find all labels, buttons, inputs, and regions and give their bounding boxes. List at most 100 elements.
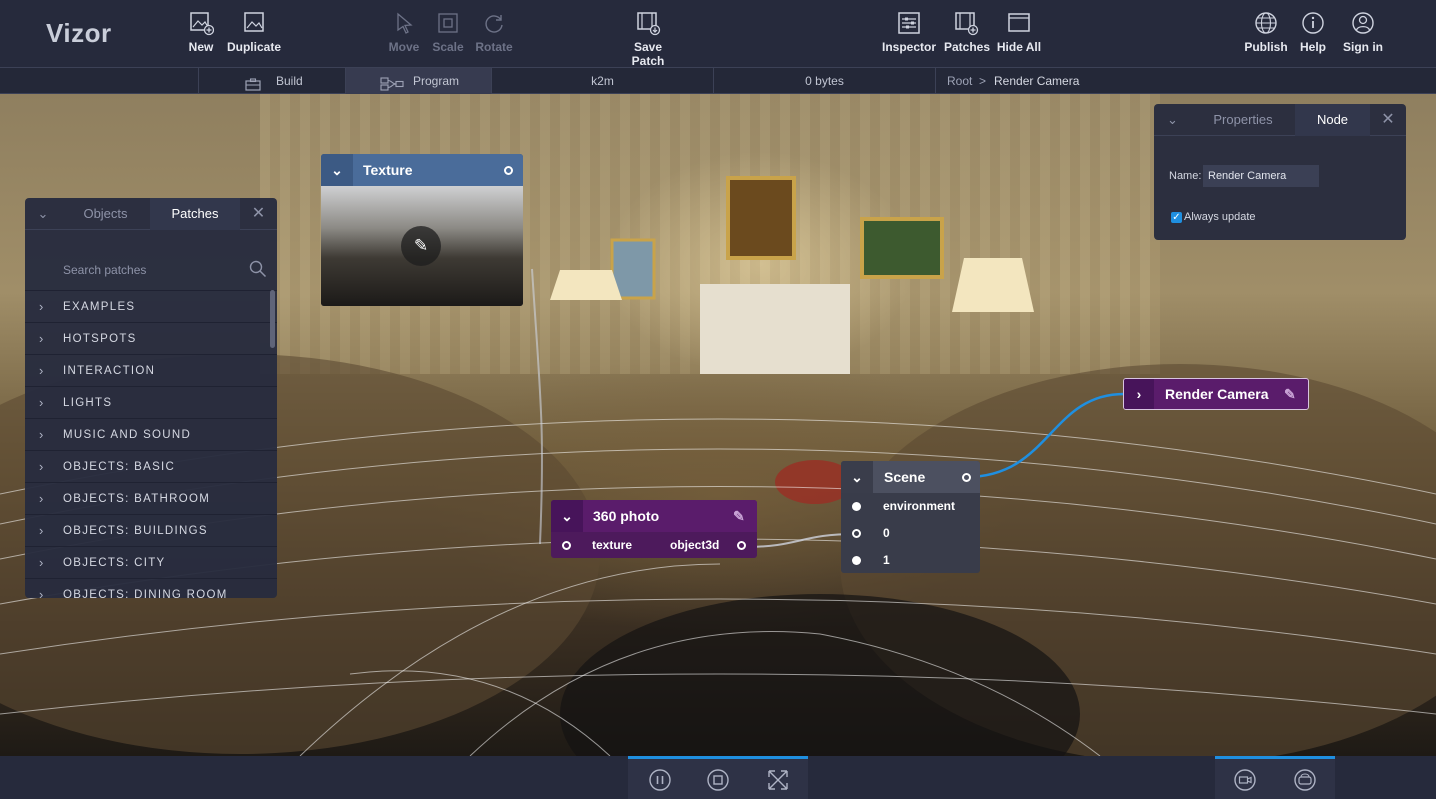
category-item[interactable]: › OBJECTS: CITY (25, 546, 277, 578)
scene-output-port[interactable] (962, 473, 971, 482)
chevron-right-icon: › (39, 331, 45, 346)
fullscreen-icon[interactable] (765, 767, 791, 793)
pause-icon[interactable] (647, 767, 673, 793)
tab-patches[interactable]: Patches (150, 198, 240, 230)
tab-properties[interactable]: Properties (1191, 104, 1295, 136)
duplicate-label: Duplicate (226, 40, 281, 54)
always-update-label: Always update (1184, 211, 1256, 223)
breadcrumb-current[interactable]: Render Camera (994, 68, 1079, 94)
camera-icon[interactable] (1232, 767, 1258, 793)
texture-node[interactable]: ⌄ Texture ✎ (321, 154, 523, 306)
chevron-down-icon[interactable]: ⌄ (551, 500, 583, 532)
sign-in-button[interactable]: Sign in (1342, 10, 1384, 62)
chevron-right-icon[interactable]: › (1124, 379, 1154, 409)
rotate-button[interactable]: Rotate (474, 10, 514, 62)
category-item[interactable]: › INTERACTION (25, 354, 277, 386)
vr-icon[interactable] (1292, 767, 1318, 793)
port-1-label: 1 (883, 553, 890, 567)
hide-all-button[interactable]: Hide All (996, 10, 1042, 62)
input-port-1[interactable] (852, 556, 861, 565)
close-panel-button[interactable]: ✕ (240, 198, 277, 230)
scale-icon (433, 10, 463, 36)
program-label: Program (413, 74, 460, 88)
stop-icon[interactable] (705, 767, 731, 793)
build-label: Build (276, 74, 303, 88)
top-toolbar: Vizor New Duplicate Move Scale Rotate Sa… (0, 0, 1436, 68)
publish-label: Publish (1244, 40, 1288, 54)
object3d-output-port[interactable] (737, 541, 746, 550)
collapse-properties-button[interactable]: ⌄ (1154, 104, 1191, 136)
sign-in-label: Sign in (1343, 40, 1383, 54)
tab-build[interactable]: Build (198, 68, 345, 94)
always-update-checkbox[interactable]: ✓ (1171, 212, 1182, 223)
breadcrumb: Root > Render Camera (935, 68, 1436, 94)
globe-icon (1251, 10, 1281, 36)
scale-button[interactable]: Scale (432, 10, 464, 62)
photo360-ports: texture object3d (551, 532, 757, 558)
chevron-down-icon[interactable]: ⌄ (321, 154, 353, 186)
tab-program[interactable]: Program (345, 68, 491, 94)
inspector-button[interactable]: Inspector (882, 10, 936, 62)
texture-node-title: Texture (363, 162, 413, 178)
scene-node-header[interactable]: ⌄ Scene (841, 461, 980, 493)
category-item[interactable]: › OBJECTS: BATHROOM (25, 482, 277, 514)
duplicate-button[interactable]: Duplicate (226, 10, 282, 62)
category-item[interactable]: › HOTSPOTS (25, 322, 277, 354)
scale-label: Scale (432, 40, 464, 54)
scene-port-row[interactable]: environment (841, 493, 980, 520)
properties-panel-tabs: ⌄ Properties Node ✕ (1154, 104, 1406, 136)
texture-node-header[interactable]: ⌄ Texture (321, 154, 523, 186)
publish-button[interactable]: Publish (1244, 10, 1288, 62)
category-label: OBJECTS: DINING ROOM (63, 589, 228, 598)
environment-input-port[interactable] (852, 502, 861, 511)
patches-panel: ⌄ Objects Patches ✕ Search patches › EXAM… (25, 198, 277, 598)
playback-controls (628, 756, 808, 799)
node-name-input[interactable] (1203, 165, 1319, 187)
category-item[interactable]: › OBJECTS: BASIC (25, 450, 277, 482)
edit-pencil-icon[interactable]: ✎ (401, 226, 441, 266)
rotate-icon (479, 10, 509, 36)
scene-port-row[interactable]: 1 (841, 547, 980, 573)
close-properties-button[interactable]: ✕ (1370, 104, 1406, 136)
patches-button[interactable]: Patches (944, 10, 990, 62)
input-port-0[interactable] (852, 529, 861, 538)
tab-objects[interactable]: Objects (61, 198, 150, 230)
scene-port-row[interactable]: 0 (841, 520, 980, 547)
edit-pencil-icon[interactable]: ✎ (733, 500, 745, 532)
category-label: OBJECTS: BUILDINGS (63, 525, 208, 537)
category-item[interactable]: › LIGHTS (25, 386, 277, 418)
category-item[interactable]: › MUSIC AND SOUND (25, 418, 277, 450)
render-camera-node[interactable]: › Render Camera ✎ (1123, 378, 1309, 410)
project-size: 0 bytes (713, 68, 935, 94)
scrollbar[interactable] (270, 290, 275, 348)
chevron-down-icon[interactable]: ⌄ (841, 461, 873, 493)
photo360-node[interactable]: ⌄ 360 photo ✎ texture object3d (551, 500, 757, 558)
save-patch-button[interactable]: Save Patch (618, 10, 678, 68)
breadcrumb-root[interactable]: Root (947, 68, 972, 94)
chevron-right-icon: › (39, 587, 45, 598)
move-button[interactable]: Move (388, 10, 420, 62)
texture-input-port[interactable] (562, 541, 571, 550)
scene-node[interactable]: ⌄ Scene environment 0 1 (841, 461, 980, 573)
new-button[interactable]: New (186, 10, 216, 62)
category-item[interactable]: › EXAMPLES (25, 290, 277, 322)
scene-node-title: Scene (884, 469, 926, 485)
render-camera-node-header[interactable]: › Render Camera ✎ (1124, 379, 1308, 409)
search-input[interactable]: Search patches (63, 263, 146, 277)
category-item[interactable]: › OBJECTS: BUILDINGS (25, 514, 277, 546)
new-label: New (188, 40, 214, 54)
chevron-right-icon: › (39, 491, 45, 506)
search-patches-field[interactable]: Search patches (25, 256, 277, 284)
photo360-node-header[interactable]: ⌄ 360 photo ✎ (551, 500, 757, 532)
move-cursor-icon (389, 10, 419, 36)
inspector-sliders-icon (894, 10, 924, 36)
close-icon: ✕ (251, 205, 266, 222)
tab-node[interactable]: Node (1295, 104, 1370, 136)
texture-output-port[interactable] (504, 166, 513, 175)
category-item[interactable]: › OBJECTS: DINING ROOM (25, 578, 277, 598)
collapse-panel-button[interactable]: ⌄ (25, 198, 61, 230)
close-icon: ✕ (1381, 111, 1395, 128)
help-button[interactable]: Help (1298, 10, 1328, 62)
hide-all-window-icon (1004, 10, 1034, 36)
edit-pencil-icon[interactable]: ✎ (1284, 379, 1296, 409)
